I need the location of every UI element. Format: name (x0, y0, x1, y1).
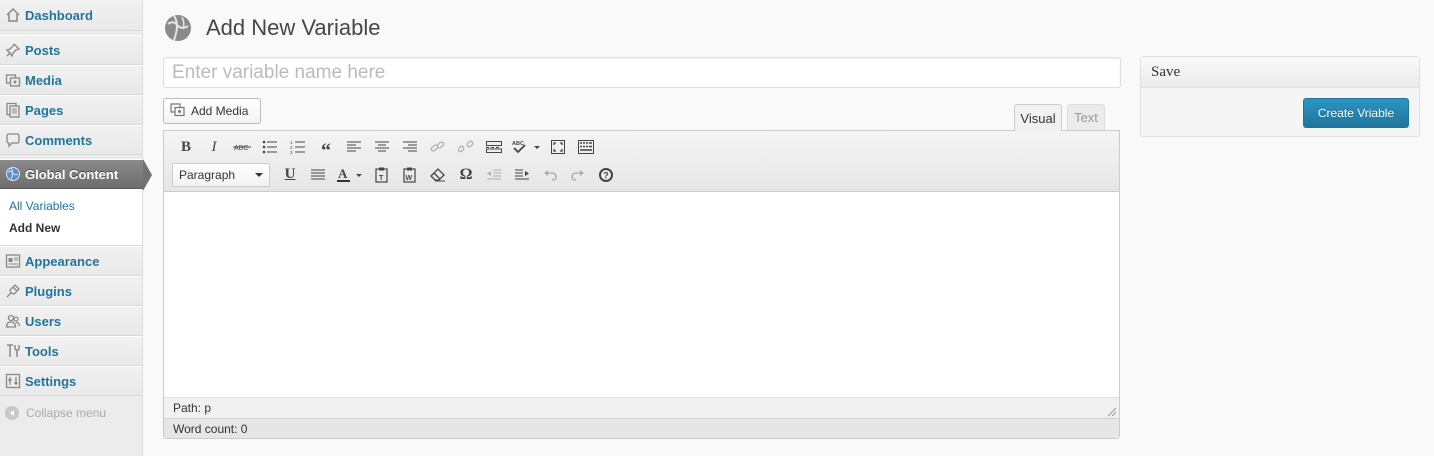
menu-label: Plugins (25, 283, 72, 299)
pages-icon (4, 101, 22, 119)
align-center-icon[interactable] (368, 136, 396, 158)
tab-visual[interactable]: Visual (1014, 104, 1062, 131)
help-icon[interactable]: ? (592, 164, 620, 186)
word-count-bar: Word count: 0 (164, 418, 1119, 438)
svg-text:W: W (406, 175, 413, 182)
word-count: Word count: 0 (173, 421, 248, 436)
users-icon (4, 312, 22, 330)
menu-label: Tools (25, 343, 59, 359)
page-header: Add New Variable (163, 10, 380, 46)
editor-content-area[interactable] (164, 192, 1119, 397)
add-media-button[interactable]: Add Media (163, 98, 261, 124)
toolbar-toggle-icon[interactable] (572, 136, 600, 158)
admin-sidebar: Dashboard Posts Media Pages Comments Glo… (0, 0, 152, 456)
blockquote-icon[interactable]: “ (312, 136, 340, 161)
svg-text:ABC: ABC (234, 145, 248, 152)
fullscreen-icon[interactable] (544, 136, 572, 158)
align-right-icon[interactable] (396, 136, 424, 158)
dropdown-arrow-icon (255, 172, 263, 177)
submenu-item-all-variables[interactable]: All Variables (0, 195, 142, 217)
page-title: Add New Variable (206, 15, 381, 40)
unlink-icon[interactable] (452, 136, 480, 158)
spellcheck-icon[interactable]: ABC (508, 136, 544, 158)
collapse-menu-label: Collapse menu (26, 406, 107, 420)
resize-handle-icon[interactable] (1107, 406, 1117, 417)
menu-label: Dashboard (25, 7, 93, 23)
menu-label: Users (25, 313, 62, 329)
submenu-item-add-new[interactable]: Add New (0, 217, 142, 239)
svg-text:?: ? (603, 170, 609, 180)
paste-word-icon[interactable]: W (396, 164, 424, 186)
editor-toolbar: B I ABC 123 “ ABC Paragraph U A T W Ω ? (164, 131, 1119, 192)
plugins-icon (4, 282, 22, 300)
menu-label: Posts (25, 42, 61, 58)
menu-label: Media (25, 72, 62, 88)
svg-text:T: T (379, 175, 384, 182)
menu-item-comments[interactable]: Comments (0, 125, 142, 155)
media-icon (4, 71, 22, 89)
editor-path: Path: p (173, 401, 212, 415)
italic-icon[interactable]: I (200, 136, 228, 158)
appearance-icon (4, 252, 22, 270)
create-variable-button[interactable]: Create Vriable (1303, 98, 1409, 128)
undo-icon[interactable] (536, 164, 564, 186)
variable-name-input[interactable] (163, 57, 1121, 88)
paste-text-icon[interactable]: T (368, 164, 396, 186)
redo-icon[interactable] (564, 164, 592, 186)
insert-link-icon[interactable] (424, 136, 452, 158)
rich-text-editor: B I ABC 123 “ ABC Paragraph U A T W Ω ? … (163, 130, 1120, 439)
svg-text:A: A (338, 167, 348, 181)
menu-item-media[interactable]: Media (0, 65, 142, 95)
menu-label: Settings (25, 373, 77, 389)
special-character-icon[interactable]: Ω (452, 164, 480, 186)
pushpin-icon (4, 41, 22, 59)
menu-item-posts[interactable]: Posts (0, 35, 142, 65)
toolbar-row-1: B I ABC 123 “ ABC (164, 131, 1119, 161)
menu-label: Pages (25, 102, 64, 118)
underline-icon[interactable]: U (276, 164, 304, 186)
tab-text[interactable]: Text (1067, 104, 1105, 130)
bullet-list-icon[interactable] (256, 136, 284, 158)
collapse-arrow-icon (5, 406, 19, 420)
save-metabox-title: Save (1141, 57, 1419, 88)
text-color-icon[interactable]: A (332, 164, 368, 186)
collapse-menu-button[interactable]: Collapse menu (0, 398, 142, 428)
align-left-icon[interactable] (340, 136, 368, 158)
strikethrough-icon[interactable]: ABC (228, 136, 256, 158)
editor-path-bar: Path: p (164, 397, 1119, 418)
menu-item-dashboard[interactable]: Dashboard (0, 0, 142, 31)
globe-icon (4, 165, 22, 183)
clear-formatting-icon[interactable] (424, 164, 452, 186)
read-more-icon[interactable] (480, 136, 508, 158)
menu-label: Appearance (25, 253, 100, 269)
media-icon (170, 102, 186, 120)
menu-item-plugins[interactable]: Plugins (0, 276, 142, 306)
svg-text:3: 3 (290, 150, 293, 154)
tools-icon (4, 342, 22, 360)
svg-text:ABC: ABC (512, 141, 524, 147)
menu-item-appearance[interactable]: Appearance (0, 246, 142, 276)
menu-item-settings[interactable]: Settings (0, 366, 142, 396)
settings-icon (4, 372, 22, 390)
submenu-global-content: All Variables Add New (0, 189, 142, 246)
justify-icon[interactable] (304, 164, 332, 186)
globe-icon (163, 13, 193, 43)
format-select-value: Paragraph (179, 167, 236, 182)
indent-icon[interactable] (508, 164, 536, 186)
menu-item-global-content[interactable]: Global Content (0, 159, 152, 191)
menu-item-users[interactable]: Users (0, 306, 142, 336)
menu-label: Comments (25, 132, 93, 148)
numbered-list-icon[interactable]: 123 (284, 136, 312, 158)
outdent-icon[interactable] (480, 164, 508, 186)
format-select[interactable]: Paragraph (172, 162, 270, 187)
comments-icon (4, 131, 22, 149)
dashboard-icon (4, 6, 22, 24)
save-metabox: Save Create Vriable (1140, 56, 1420, 137)
menu-item-tools[interactable]: Tools (0, 336, 142, 366)
add-media-label: Add Media (191, 104, 249, 118)
menu-item-pages[interactable]: Pages (0, 95, 142, 125)
bold-icon[interactable]: B (172, 136, 200, 158)
menu-label: Global Content (25, 166, 119, 182)
toolbar-row-2: Paragraph U A T W Ω ? (164, 160, 1119, 189)
